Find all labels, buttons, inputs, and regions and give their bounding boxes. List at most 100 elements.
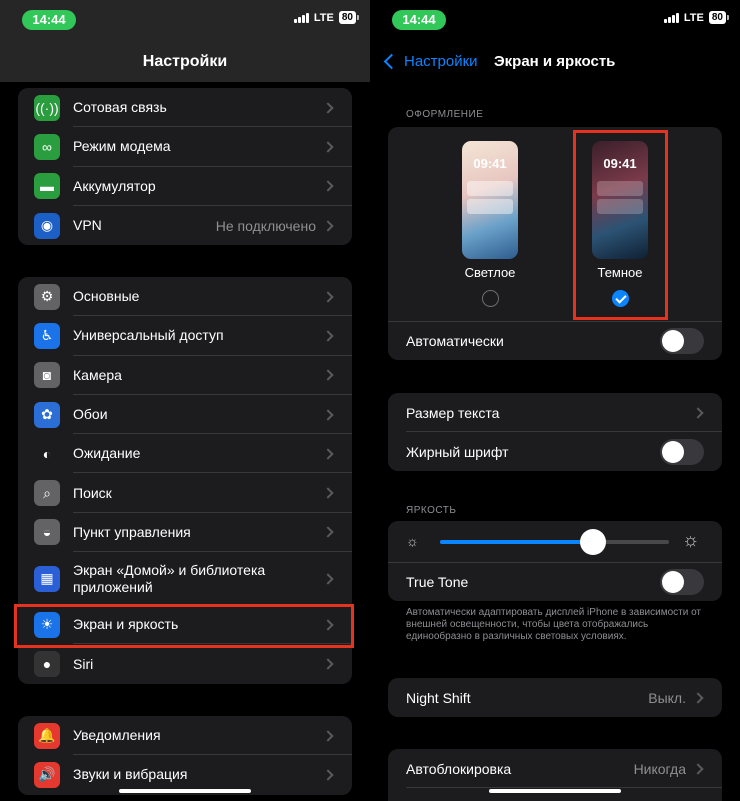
page-title: Настройки xyxy=(142,53,228,70)
settings-item[interactable]: ◐ Ожидание xyxy=(18,434,352,474)
bold-text-row[interactable]: Жирный шрифт xyxy=(388,432,722,471)
settings-panel: 14:44 LTE 80 Настройки ((·)) Сотовая связ… xyxy=(0,0,370,801)
settings-item-label: Пункт управления xyxy=(73,523,191,540)
settings-item[interactable]: ⚙ Основные xyxy=(18,277,352,317)
night-shift-row[interactable]: Night Shift Выкл. xyxy=(388,678,722,717)
chevron-right-icon xyxy=(322,369,334,381)
chevron-right-icon xyxy=(322,572,334,585)
chevron-right-icon xyxy=(322,448,334,460)
settings-item[interactable]: 🔔 Уведомления xyxy=(18,716,352,756)
settings-item[interactable]: ((·)) Сотовая связь xyxy=(18,88,352,128)
settings-item-label: Звуки и вибрация xyxy=(73,766,188,783)
settings-item[interactable]: ✿ Обои xyxy=(18,395,352,435)
search-icon: ⌕ xyxy=(34,480,60,507)
settings-item[interactable]: ● Siri xyxy=(18,644,352,683)
automatic-label: Автоматически xyxy=(406,333,504,349)
true-tone-toggle[interactable] xyxy=(660,569,704,595)
preview-widget xyxy=(597,181,643,196)
settings-item-label: Камера xyxy=(73,366,122,383)
settings-item[interactable]: ⌕ Поиск xyxy=(18,473,352,513)
connectivity-group: ((·)) Сотовая связь ∞ Режим модема ▬ Аккумуля… xyxy=(18,88,352,246)
settings-item-label: VPN xyxy=(73,217,102,234)
battery-icon: ▬ xyxy=(34,173,60,200)
preview-widget xyxy=(597,199,643,214)
bold-text-toggle[interactable] xyxy=(660,438,704,465)
settings-header: 14:44 LTE 80 Настройки xyxy=(0,0,370,82)
standby-icon: ◐ xyxy=(34,440,60,467)
chevron-right-icon xyxy=(692,406,704,419)
chevron-right-icon xyxy=(322,658,334,670)
preview-widget xyxy=(467,199,513,214)
settings-item-label: Экран и яркость xyxy=(73,616,179,633)
brightness-thumb[interactable] xyxy=(580,529,607,555)
status-indicators: LTE 80 xyxy=(663,11,730,24)
text-size-row[interactable]: Размер текста xyxy=(388,393,722,432)
chevron-right-icon xyxy=(322,729,334,742)
appearance-section-label: ОФОРМЛЕНИЕ xyxy=(406,109,484,120)
settings-item[interactable]: ◉ VPN Не подключено xyxy=(18,206,352,245)
night-shift-group: Night Shift Выкл. xyxy=(388,678,722,717)
text-size-label: Размер текста xyxy=(406,404,500,421)
dark-mode-radio[interactable] xyxy=(612,290,629,307)
signal-icon xyxy=(293,12,309,23)
display-brightness-panel: 14:44 LTE 80 Настройки Экран и яркость О… xyxy=(370,0,740,801)
chain-link-icon: ∞ xyxy=(34,133,60,160)
back-button[interactable]: Настройки xyxy=(382,53,478,70)
battery-indicator: 80 xyxy=(338,11,360,24)
settings-item[interactable]: ∞ Режим модема xyxy=(18,127,352,167)
preview-time: 09:41 xyxy=(473,156,507,171)
home-indicator xyxy=(119,789,251,793)
automatic-row[interactable]: Автоматически xyxy=(388,321,722,360)
settings-item[interactable]: ☀ Экран и яркость xyxy=(18,605,352,645)
autolock-label: Автоблокировка xyxy=(406,760,512,777)
night-shift-value: Выкл. xyxy=(648,689,686,706)
wallpaper-icon: ✿ xyxy=(34,401,60,428)
sun-small-icon: ☼ xyxy=(406,533,419,549)
brightness-group: ☼ ☼ True Tone xyxy=(388,521,722,601)
chevron-right-icon xyxy=(322,141,334,153)
settings-item[interactable]: ▦ Экран «Домой» и библиотека приложений xyxy=(18,552,352,606)
true-tone-row[interactable]: True Tone xyxy=(388,562,722,601)
autolock-row[interactable]: Автоблокировка Никогда xyxy=(388,749,722,788)
speaker-icon: 🔊 xyxy=(34,761,60,788)
brightness-section-label: ЯРКОСТЬ xyxy=(406,505,457,516)
settings-item[interactable]: ▬ Аккумулятор xyxy=(18,167,352,206)
light-mode-preview[interactable]: 09:41 xyxy=(462,141,518,259)
status-time: 14:44 xyxy=(392,10,446,30)
siri-icon: ● xyxy=(34,651,60,678)
network-type: LTE xyxy=(683,11,704,24)
general-group: ⚙ Основные ♿ Универсальный доступ ◙ Камера ✿ Об… xyxy=(18,277,352,684)
dark-mode-label: Темное xyxy=(597,265,643,280)
dark-mode-preview[interactable]: 09:41 xyxy=(592,141,648,259)
automatic-toggle[interactable] xyxy=(660,328,704,354)
settings-item-label: Универсальный доступ xyxy=(73,327,224,344)
chevron-right-icon xyxy=(322,180,334,192)
home-indicator xyxy=(489,789,621,793)
page-title: Экран и яркость xyxy=(494,53,616,70)
brightness-slider[interactable]: ☼ ☼ xyxy=(388,521,722,562)
status-bar: 14:44 LTE 80 xyxy=(370,8,740,32)
settings-item-label: Сотовая связь xyxy=(73,99,167,116)
battery-indicator: 80 xyxy=(708,11,730,24)
bold-text-label: Жирный шрифт xyxy=(406,443,509,460)
chevron-right-icon xyxy=(692,762,704,775)
settings-item[interactable]: ♿ Универсальный доступ xyxy=(18,316,352,356)
sun-icon: ☀ xyxy=(34,611,60,638)
nav-bar: Настройки Экран и яркость xyxy=(370,44,740,80)
settings-item-label: Ожидание xyxy=(73,445,141,462)
settings-item[interactable]: ◙ Камера xyxy=(18,356,352,395)
text-group: Размер текста Жирный шрифт xyxy=(388,393,722,471)
light-mode-radio[interactable] xyxy=(482,290,499,307)
settings-item[interactable]: ◒ Пункт управления xyxy=(18,513,352,553)
chevron-right-icon xyxy=(322,487,334,499)
bell-icon: 🔔 xyxy=(34,722,60,749)
brightness-track[interactable] xyxy=(440,540,669,544)
true-tone-label: True Tone xyxy=(406,574,469,590)
chevron-right-icon xyxy=(322,219,334,232)
chevron-right-icon xyxy=(322,101,334,114)
status-time: 14:44 xyxy=(22,10,76,30)
settings-item-label: Siri xyxy=(73,655,94,672)
chevron-right-icon xyxy=(322,526,334,539)
preview-widget xyxy=(467,181,513,196)
chevron-right-icon xyxy=(322,408,334,421)
